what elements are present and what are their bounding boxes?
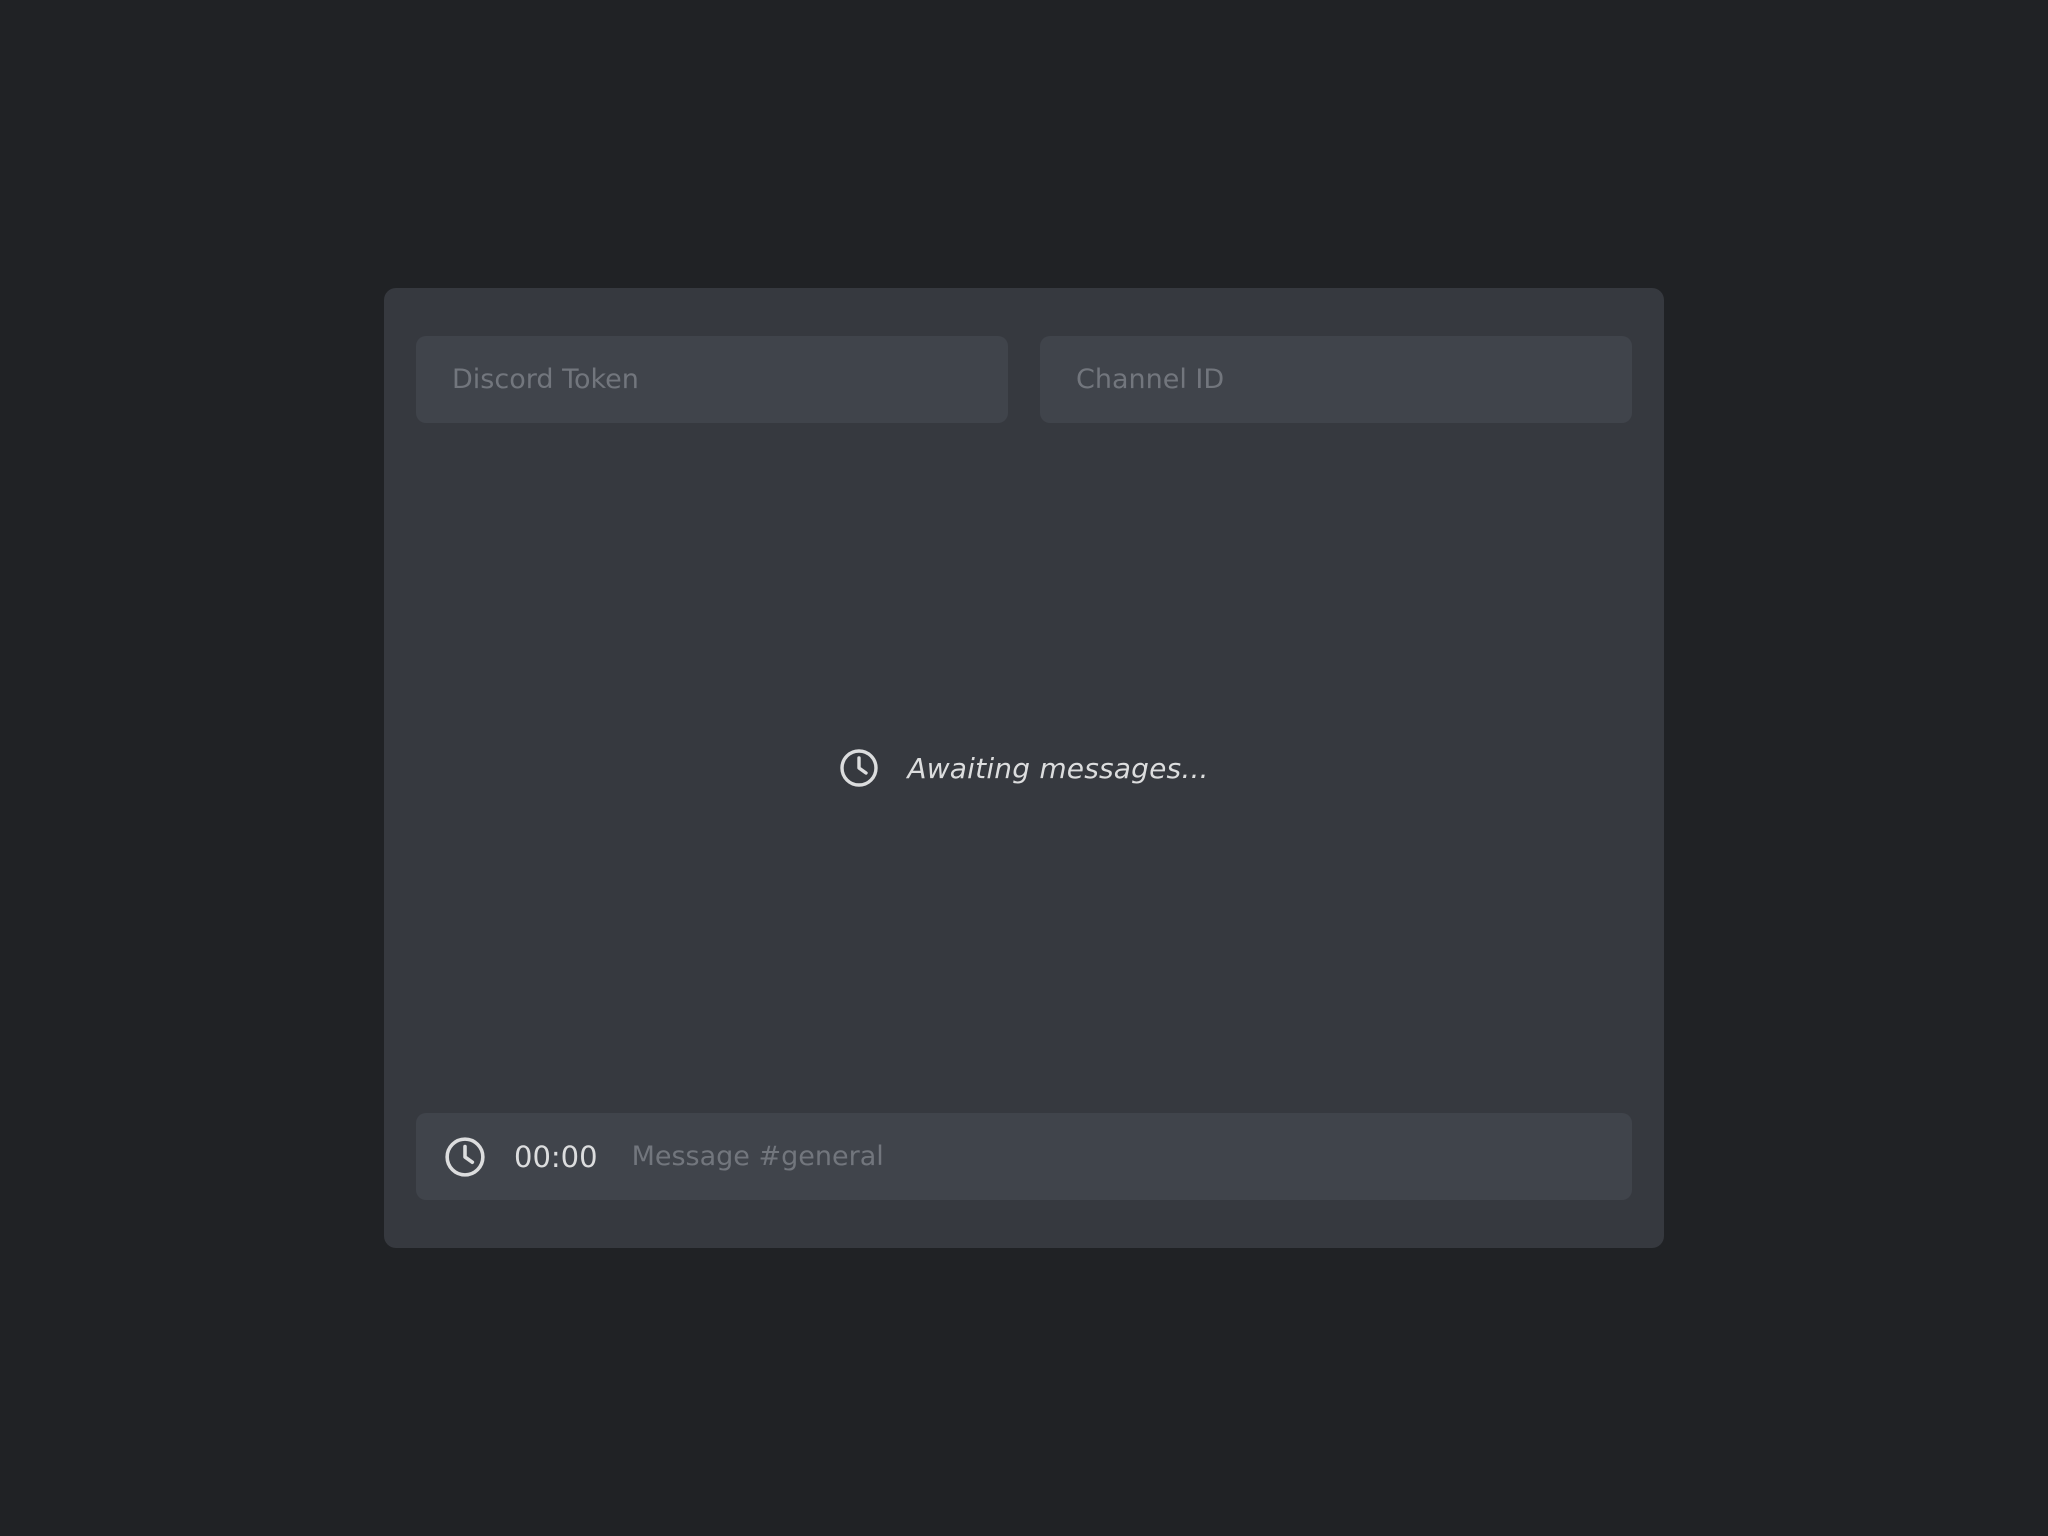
clock-icon [839, 748, 879, 788]
channel-id-input[interactable] [1040, 336, 1632, 423]
message-input[interactable] [631, 1126, 1604, 1187]
discord-panel: Awaiting messages... 00:00 [384, 288, 1664, 1248]
message-composer: 00:00 [416, 1113, 1632, 1200]
config-row [416, 336, 1632, 423]
messages-area: Awaiting messages... [416, 423, 1632, 1113]
timer-display: 00:00 [514, 1139, 598, 1174]
awaiting-messages-text: Awaiting messages... [907, 751, 1209, 785]
clock-icon[interactable] [444, 1136, 486, 1178]
discord-token-input[interactable] [416, 336, 1008, 423]
